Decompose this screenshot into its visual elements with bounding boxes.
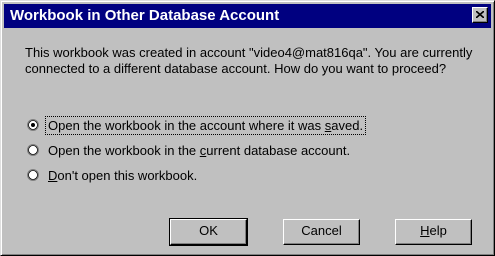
radio-button[interactable]	[27, 169, 39, 181]
window-title: Workbook in Other Database Account	[10, 7, 280, 24]
close-button[interactable]	[472, 7, 488, 23]
radio-label-current-account: Open the workbook in the current databas…	[48, 143, 351, 158]
ok-button[interactable]: OK	[169, 218, 248, 246]
radio-label-dont-open: Don't open this workbook.	[48, 168, 198, 183]
radio-button[interactable]	[27, 144, 39, 156]
radio-button-selected[interactable]	[27, 119, 39, 131]
help-button[interactable]: Help	[395, 219, 472, 245]
close-icon	[476, 11, 484, 18]
radio-label-saved-account: Open the workbook in the account where i…	[44, 116, 367, 135]
dialog-window: Workbook in Other Database Account This …	[0, 0, 495, 256]
message-text: This workbook was created in account "vi…	[25, 45, 473, 76]
title-bar[interactable]: Workbook in Other Database Account	[4, 4, 491, 28]
cancel-button[interactable]: Cancel	[283, 219, 360, 245]
